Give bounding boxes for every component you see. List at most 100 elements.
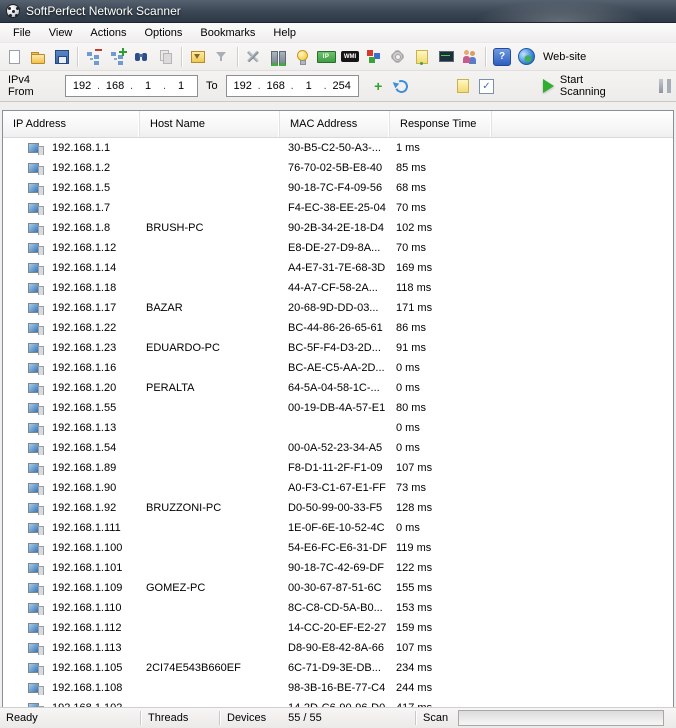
to-octet-2[interactable]: 168 <box>263 80 289 92</box>
table-row[interactable]: 192.168.1.5 90-18-7C-F4-09-56 68 ms <box>3 178 673 198</box>
ip-address-cell: 192.168.1.109 <box>52 582 123 594</box>
from-octet-4[interactable]: 1 <box>168 80 194 92</box>
devices-label: Devices <box>227 712 267 724</box>
table-row[interactable]: 192.168.1.14 A4-E7-31-7E-68-3D 169 ms <box>3 258 673 278</box>
table-row[interactable]: 192.168.1.16 BC-AE-C5-AA-2D... 0 ms <box>3 358 673 378</box>
table-row[interactable]: 192.168.1.92 BRUZZONI-PC D0-50-99-00-33-… <box>3 498 673 518</box>
table-row[interactable]: 192.168.1.1 30-B5-C2-50-A3-... 1 ms <box>3 138 673 158</box>
notes-button[interactable] <box>452 74 475 98</box>
website-button[interactable] <box>514 45 538 69</box>
tools-button[interactable] <box>242 45 266 69</box>
pause-button[interactable] <box>653 74 676 98</box>
table-row[interactable]: 192.168.1.12 E8-DE-27-D9-8A... 70 ms <box>3 238 673 258</box>
toolbar-separator <box>77 46 79 67</box>
response-time-cell: 155 ms <box>396 582 433 594</box>
remote-shutdown-button[interactable] <box>410 45 434 69</box>
menu-item[interactable]: Options <box>135 25 191 41</box>
mac-address-cell: 20-68-9D-DD-03... <box>288 302 379 314</box>
table-row[interactable]: 192.168.1.90 A0-F3-C1-67-E1-FF 73 ms <box>3 478 673 498</box>
table-row[interactable]: 192.168.1.102 14-2D-C6-90-96-D0 417 ms <box>3 698 673 707</box>
table-row[interactable]: 192.168.1.20 PERALTA 64-5A-04-58-1C-... … <box>3 378 673 398</box>
table-row[interactable]: 192.168.1.100 54-E6-FC-E6-31-DF 119 ms <box>3 538 673 558</box>
open-file-button[interactable] <box>26 45 50 69</box>
table-row[interactable]: 192.168.1.8 BRUSH-PC 90-2B-34-2E-18-D4 1… <box>3 218 673 238</box>
live-display-button[interactable] <box>290 45 314 69</box>
title-bar[interactable]: SoftPerfect Network Scanner <box>0 0 676 23</box>
ip-to-input[interactable]: 192. 168. 1. 254 <box>225 75 359 97</box>
network-hosts-button[interactable] <box>266 45 290 69</box>
table-row[interactable]: 192.168.1.109 GOMEZ-PC 00-30-67-87-51-6C… <box>3 578 673 598</box>
table-row[interactable]: 192.168.1.54 00-0A-52-23-34-A5 0 ms <box>3 438 673 458</box>
column-header-ip[interactable]: IP Address <box>3 111 140 137</box>
table-body: 192.168.1.1 30-B5-C2-50-A3-... 1 ms 192.… <box>3 138 673 707</box>
ip-address-cell: 192.168.1.16 <box>52 362 117 374</box>
table-row[interactable]: 192.168.1.22 BC-44-86-26-65-61 86 ms <box>3 318 673 338</box>
column-header-host[interactable]: Host Name <box>140 111 280 137</box>
menu-item[interactable]: Help <box>264 25 305 41</box>
table-row[interactable]: 192.168.1.105 2CI74E543B660EF 6C-71-D9-3… <box>3 658 673 678</box>
to-octet-3[interactable]: 1 <box>296 80 322 92</box>
column-header-response[interactable]: Response Time <box>390 111 492 137</box>
website-label[interactable]: Web-site <box>543 51 586 63</box>
table-row[interactable]: 192.168.1.108 98-3B-16-BE-77-C4 244 ms <box>3 678 673 698</box>
menu-item[interactable]: Bookmarks <box>191 25 264 41</box>
menu-item[interactable]: View <box>40 25 82 41</box>
filter-button[interactable] <box>210 45 234 69</box>
from-octet-2[interactable]: 168 <box>102 80 128 92</box>
checkbox-icon: ✓ <box>478 78 494 94</box>
table-row[interactable]: 192.168.1.55 00-19-DB-4A-57-E1 80 ms <box>3 398 673 418</box>
options-button[interactable] <box>386 45 410 69</box>
servers-icon <box>269 48 287 66</box>
copy-button[interactable] <box>154 45 178 69</box>
computer-icon <box>28 502 44 515</box>
colored-blocks-icon <box>365 48 383 66</box>
wmi-button[interactable]: WMI <box>338 45 362 69</box>
detect-range-button[interactable] <box>390 74 413 98</box>
help-button[interactable]: ? <box>490 45 514 69</box>
options-checkbox-button[interactable]: ✓ <box>475 74 498 98</box>
ip-address-cell: 192.168.1.92 <box>52 502 117 514</box>
table-row[interactable]: 192.168.1.112 14-CC-20-EF-E2-27 159 ms <box>3 618 673 638</box>
to-octet-1[interactable]: 192 <box>230 80 256 92</box>
table-row[interactable]: 192.168.1.110 8C-C8-CD-5A-B0... 153 ms <box>3 598 673 618</box>
ip-from-input[interactable]: 192. 168. 1. 1 <box>65 75 199 97</box>
table-row[interactable]: 192.168.1.89 F8-D1-11-2F-F1-09 107 ms <box>3 458 673 478</box>
table-row[interactable]: 192.168.1.17 BAZAR 20-68-9D-DD-03... 171… <box>3 298 673 318</box>
start-scanning-button[interactable] <box>537 74 560 98</box>
table-row[interactable]: 192.168.1.101 90-18-7C-42-69-DF 122 ms <box>3 558 673 578</box>
menu-item[interactable]: Actions <box>81 25 135 41</box>
add-range-button[interactable]: + <box>367 74 390 98</box>
menu-item[interactable]: File <box>4 25 40 41</box>
remote-monitor-button[interactable] <box>434 45 458 69</box>
table-row[interactable]: 192.168.1.13 0 ms <box>3 418 673 438</box>
users-button[interactable] <box>458 45 482 69</box>
expand-tree-button[interactable] <box>106 45 130 69</box>
status-bar: Ready Threads Devices 55 / 55 Scan <box>0 707 676 728</box>
collapse-tree-icon <box>85 48 103 66</box>
to-octet-4[interactable]: 254 <box>329 80 355 92</box>
applications-button[interactable] <box>362 45 386 69</box>
save-button[interactable] <box>50 45 74 69</box>
ip-address-cell: 192.168.1.1 <box>52 142 111 154</box>
scan-label: Scan <box>423 712 449 724</box>
response-time-cell: 86 ms <box>396 322 426 334</box>
collapse-tree-button[interactable] <box>82 45 106 69</box>
table-row[interactable]: 192.168.1.7 F4-EC-38-EE-25-04 70 ms <box>3 198 673 218</box>
find-button[interactable] <box>130 45 154 69</box>
response-time-cell: 171 ms <box>396 302 433 314</box>
ip-address-cell: 192.168.1.100 <box>52 542 123 554</box>
mac-address-cell: E8-DE-27-D9-8A... <box>288 242 381 254</box>
table-row[interactable]: 192.168.1.18 44-A7-CF-58-2A... 118 ms <box>3 278 673 298</box>
table-row[interactable]: 192.168.1.2 76-70-02-5B-E8-40 85 ms <box>3 158 673 178</box>
table-row[interactable]: 192.168.1.113 D8-90-E8-42-8A-66 107 ms <box>3 638 673 658</box>
from-octet-1[interactable]: 192 <box>69 80 95 92</box>
column-header-mac[interactable]: MAC Address <box>280 111 390 137</box>
archive-filter-button[interactable] <box>186 45 210 69</box>
ip-tools-button[interactable]: IP <box>314 45 338 69</box>
response-time-cell: 153 ms <box>396 602 433 614</box>
new-file-button[interactable] <box>2 45 26 69</box>
from-octet-3[interactable]: 1 <box>135 80 161 92</box>
table-row[interactable]: 192.168.1.111 1E-0F-6E-10-52-4C 0 ms <box>3 518 673 538</box>
table-row[interactable]: 192.168.1.23 EDUARDO-PC BC-5F-F4-D3-2D..… <box>3 338 673 358</box>
start-scanning-label[interactable]: Start Scanning <box>560 74 630 98</box>
